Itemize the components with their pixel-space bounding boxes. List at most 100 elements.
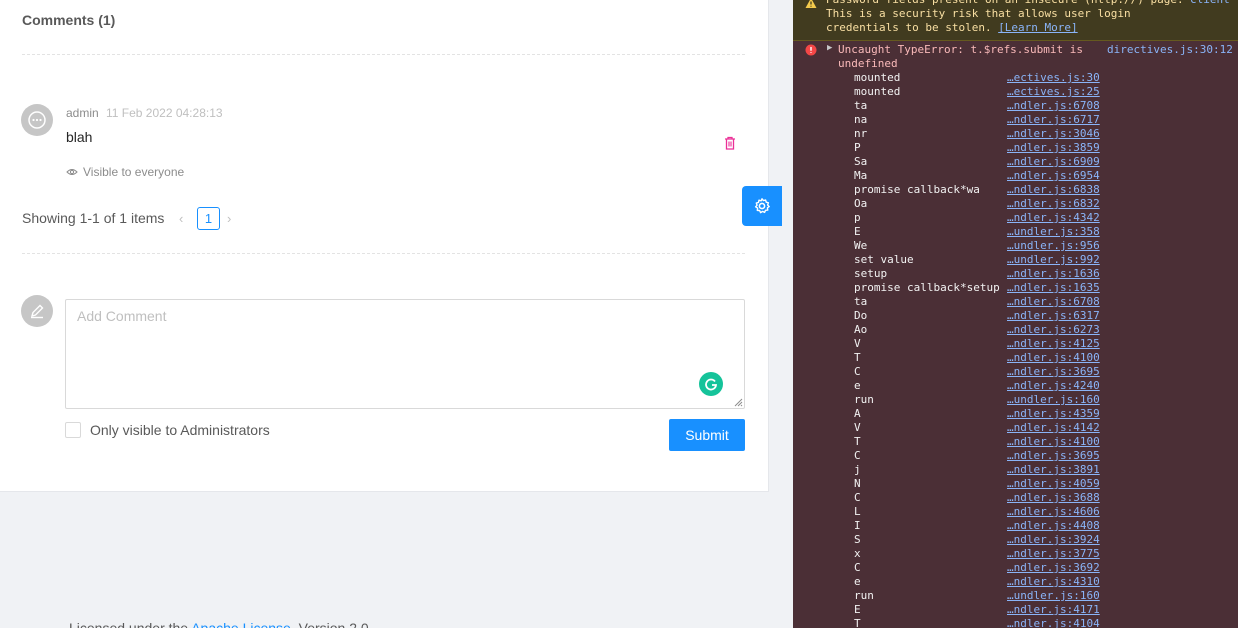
- stack-frame-function: Do: [854, 309, 868, 322]
- stack-frame: C …ndler.js:3692: [854, 561, 1234, 575]
- pagination-page-1[interactable]: 1: [197, 207, 220, 230]
- stack-frame: nr …ndler.js:3046: [854, 127, 1234, 141]
- stack-frame-function: C: [854, 365, 861, 378]
- stack-frame-location-link[interactable]: …ndler.js:4059: [1007, 477, 1100, 491]
- stack-frame: P …ndler.js:3859: [854, 141, 1234, 155]
- stack-frame-location-link[interactable]: …ndler.js:6273: [1007, 323, 1100, 337]
- admin-only-label[interactable]: Only visible to Administrators: [90, 422, 270, 438]
- stack-frame-location-link[interactable]: …ndler.js:4104: [1007, 617, 1100, 628]
- stack-frame-function: N: [854, 477, 861, 490]
- stack-frame-location-link[interactable]: …ndler.js:6838: [1007, 183, 1100, 197]
- stack-frame-location-link[interactable]: …undler.js:160: [1007, 589, 1100, 603]
- stack-frame: promise callback*setup …ndler.js:1635: [854, 281, 1234, 295]
- stack-frame-location-link[interactable]: …ndler.js:4125: [1007, 337, 1100, 351]
- stack-frame-function: j: [854, 463, 861, 476]
- stack-frame-function: p: [854, 211, 861, 224]
- stack-frame: T …ndler.js:4104: [854, 617, 1234, 628]
- stack-frame-function: A: [854, 407, 861, 420]
- stack-frame-location-link[interactable]: …ndler.js:4100: [1007, 351, 1100, 365]
- error-icon: [805, 44, 817, 56]
- comment-visibility: Visible to everyone: [66, 165, 184, 179]
- stack-frame-location-link[interactable]: …ndler.js:3891: [1007, 463, 1100, 477]
- stack-frame-location-link[interactable]: …ndler.js:6832: [1007, 197, 1100, 211]
- stack-frame-location-link[interactable]: …undler.js:358: [1007, 225, 1100, 239]
- warning-message: Password fields present on an insecure (…: [826, 0, 1184, 34]
- stack-frame-location-link[interactable]: …ndler.js:4342: [1007, 211, 1100, 225]
- grammarly-icon[interactable]: [699, 372, 723, 396]
- stack-frame-location-link[interactable]: …ndler.js:4310: [1007, 575, 1100, 589]
- stack-frame-location-link[interactable]: …ectives.js:30: [1007, 71, 1100, 85]
- stack-frame-function: P: [854, 141, 861, 154]
- stack-frame: We …undler.js:956: [854, 239, 1234, 253]
- stack-frame-function: run: [854, 393, 874, 406]
- stack-frame-function: promise callback*setup: [854, 281, 1000, 294]
- add-comment-input[interactable]: [65, 299, 745, 409]
- stack-frame-location-link[interactable]: …ndler.js:6708: [1007, 99, 1100, 113]
- stack-frame: E …undler.js:358: [854, 225, 1234, 239]
- comments-title: Comments (1): [22, 12, 116, 28]
- stack-frame-location-link[interactable]: …ndler.js:4408: [1007, 519, 1100, 533]
- stack-frame-location-link[interactable]: …ndler.js:4606: [1007, 505, 1100, 519]
- comment-text: blah: [66, 129, 93, 145]
- stack-frame-location-link[interactable]: …ndler.js:4142: [1007, 421, 1100, 435]
- stack-frame: C …ndler.js:3695: [854, 449, 1234, 463]
- stack-frame-location-link[interactable]: …ndler.js:6708: [1007, 295, 1100, 309]
- stack-frame-function: S: [854, 533, 861, 546]
- stack-frame-function: na: [854, 113, 868, 126]
- stack-frame-location-link[interactable]: …undler.js:956: [1007, 239, 1100, 253]
- stack-frame-location-link[interactable]: …ndler.js:6717: [1007, 113, 1100, 127]
- expand-error-toggle[interactable]: ▶: [827, 43, 832, 53]
- stack-frame-location-link[interactable]: …ndler.js:3924: [1007, 533, 1100, 547]
- stack-frame-location-link[interactable]: …ndler.js:3695: [1007, 449, 1100, 463]
- stack-frame-location-link[interactable]: …ndler.js:6954: [1007, 169, 1100, 183]
- resize-handle-icon[interactable]: [733, 397, 743, 407]
- stack-frame-location-link[interactable]: …ndler.js:3046: [1007, 127, 1100, 141]
- warning-source-link[interactable]: client: [1190, 0, 1230, 7]
- stack-frame: run …undler.js:160: [854, 589, 1234, 603]
- stack-frame-function: ta: [854, 295, 868, 308]
- footer-prefix: Licensed under the: [69, 620, 192, 628]
- apache-license-link[interactable]: Apache License: [191, 620, 291, 628]
- stack-frame-location-link[interactable]: …ndler.js:3775: [1007, 547, 1100, 561]
- submit-button[interactable]: Submit: [669, 419, 745, 451]
- stack-frame-location-link[interactable]: …ndler.js:6909: [1007, 155, 1100, 169]
- divider: [22, 253, 745, 254]
- settings-button[interactable]: [742, 186, 782, 226]
- stack-frame-location-link[interactable]: …undler.js:992: [1007, 253, 1100, 267]
- stack-frame-location-link[interactable]: …ndler.js:1636: [1007, 267, 1100, 281]
- pagination-prev-button[interactable]: ‹: [179, 211, 183, 226]
- comment-timestamp: 11 Feb 2022 04:28:13: [106, 106, 223, 120]
- stack-frame: promise callback*wa …ndler.js:6838: [854, 183, 1234, 197]
- trash-icon[interactable]: [722, 135, 738, 151]
- stack-frame-location-link[interactable]: …ndler.js:1635: [1007, 281, 1100, 295]
- comment-visibility-label: Visible to everyone: [83, 165, 185, 179]
- stack-frame: N …ndler.js:4059: [854, 477, 1234, 491]
- stack-frame: C …ndler.js:3688: [854, 491, 1234, 505]
- footer-license: Licensed under the Apache License, Versi…: [69, 620, 369, 628]
- stack-frame-function: Sa: [854, 155, 868, 168]
- stack-frame: e …ndler.js:4310: [854, 575, 1234, 589]
- stack-frame-location-link[interactable]: …ndler.js:3859: [1007, 141, 1100, 155]
- stack-frame-location-link[interactable]: …ndler.js:3688: [1007, 491, 1100, 505]
- stack-frame-location-link[interactable]: …undler.js:160: [1007, 393, 1100, 407]
- stack-frame-location-link[interactable]: …ndler.js:3695: [1007, 365, 1100, 379]
- pagination-next-button[interactable]: ›: [227, 211, 231, 226]
- learn-more-link[interactable]: [Learn More]: [998, 21, 1077, 34]
- editor-avatar: [21, 295, 53, 327]
- stack-frame-location-link[interactable]: …ndler.js:6317: [1007, 309, 1100, 323]
- stack-frame: setup …ndler.js:1636: [854, 267, 1234, 281]
- admin-only-checkbox[interactable]: [65, 422, 81, 438]
- stack-frame-location-link[interactable]: …ectives.js:25: [1007, 85, 1100, 99]
- stack-frame: j …ndler.js:3891: [854, 463, 1234, 477]
- stack-frame-function: T: [854, 351, 861, 364]
- stack-frame-location-link[interactable]: …ndler.js:4240: [1007, 379, 1100, 393]
- stack-frame-location-link[interactable]: …ndler.js:4359: [1007, 407, 1100, 421]
- stack-frame-function: C: [854, 491, 861, 504]
- stack-frame-location-link[interactable]: …ndler.js:3692: [1007, 561, 1100, 575]
- error-source-link[interactable]: directives.js:30:12: [1107, 43, 1233, 57]
- stack-frame-function: mounted: [854, 71, 901, 84]
- stack-frame-function: Ao: [854, 323, 868, 336]
- stack-frame-location-link[interactable]: …ndler.js:4100: [1007, 435, 1100, 449]
- stack-frame-location-link[interactable]: …ndler.js:4171: [1007, 603, 1100, 617]
- stack-frame-function: ta: [854, 99, 868, 112]
